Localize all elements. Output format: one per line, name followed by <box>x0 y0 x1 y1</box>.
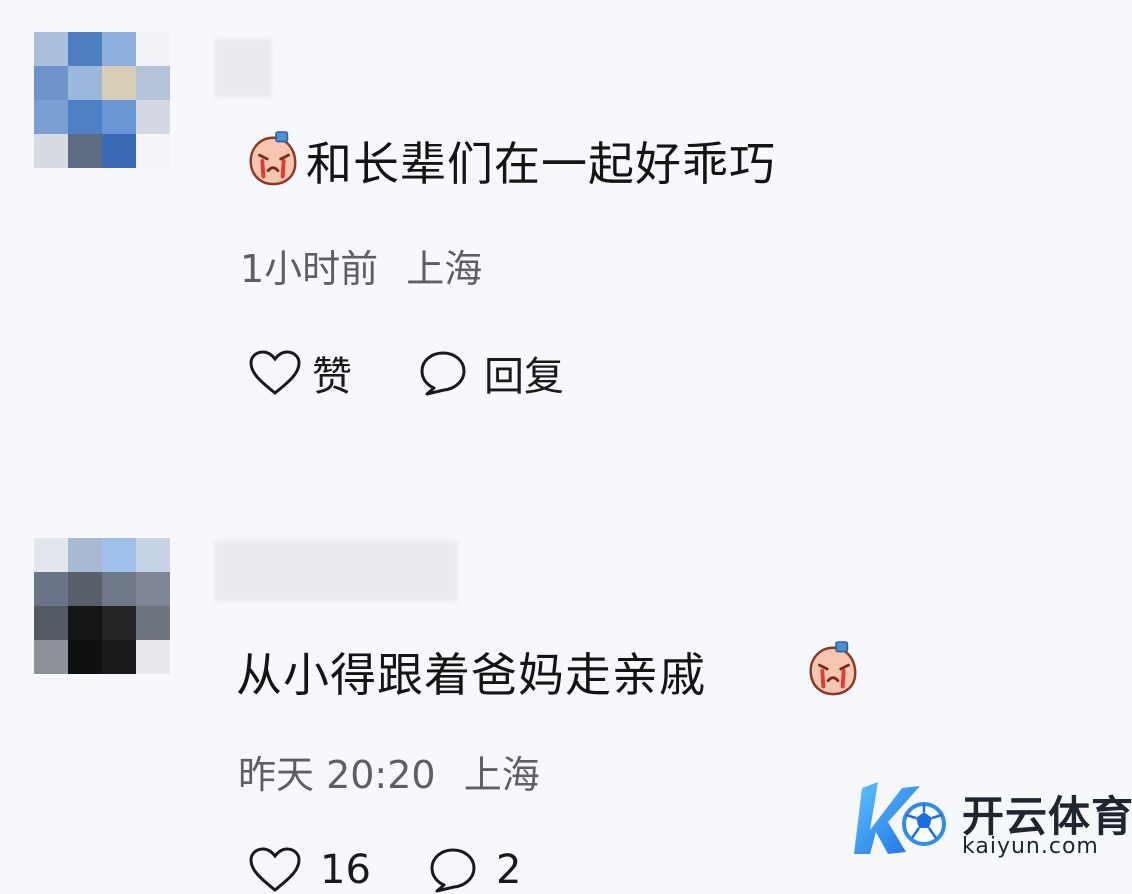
heart-icon <box>249 350 301 395</box>
heart-icon <box>249 847 301 892</box>
kaiyun-logo-icon <box>854 782 946 854</box>
reply-button[interactable]: 2 <box>428 846 521 894</box>
comment-meta: 1小时前 上海 <box>240 250 482 288</box>
watermark-domain: kaiyun.com <box>962 834 1099 859</box>
comment-location: 上海 <box>406 247 483 291</box>
comment-text: 和长辈们在一起好乖巧 <box>306 137 776 191</box>
avatar[interactable] <box>34 538 170 674</box>
username-blurred[interactable] <box>214 540 458 602</box>
crying-face-emoji <box>249 131 297 186</box>
reply-count: 2 <box>496 847 522 893</box>
comment-text: 从小得跟着爸妈走亲戚 <box>236 648 706 702</box>
like-count: 16 <box>320 847 371 893</box>
like-label: 赞 <box>312 354 352 400</box>
comment-bubble-icon <box>430 848 476 893</box>
comment-time: 1小时前 <box>240 247 379 291</box>
reply-button[interactable]: 回复 <box>418 344 564 402</box>
like-button[interactable]: 16 <box>248 846 371 894</box>
avatar[interactable] <box>34 32 170 168</box>
comment-location: 上海 <box>463 753 540 797</box>
like-button[interactable]: 赞 <box>248 344 352 402</box>
comment-bubble-icon <box>420 351 466 396</box>
username-blurred[interactable] <box>214 38 272 98</box>
comment-time: 昨天 20:20 <box>238 753 436 797</box>
reply-label: 回复 <box>484 354 564 400</box>
crying-face-emoji <box>809 641 857 696</box>
comment-meta: 昨天 20:20 上海 <box>238 756 540 794</box>
